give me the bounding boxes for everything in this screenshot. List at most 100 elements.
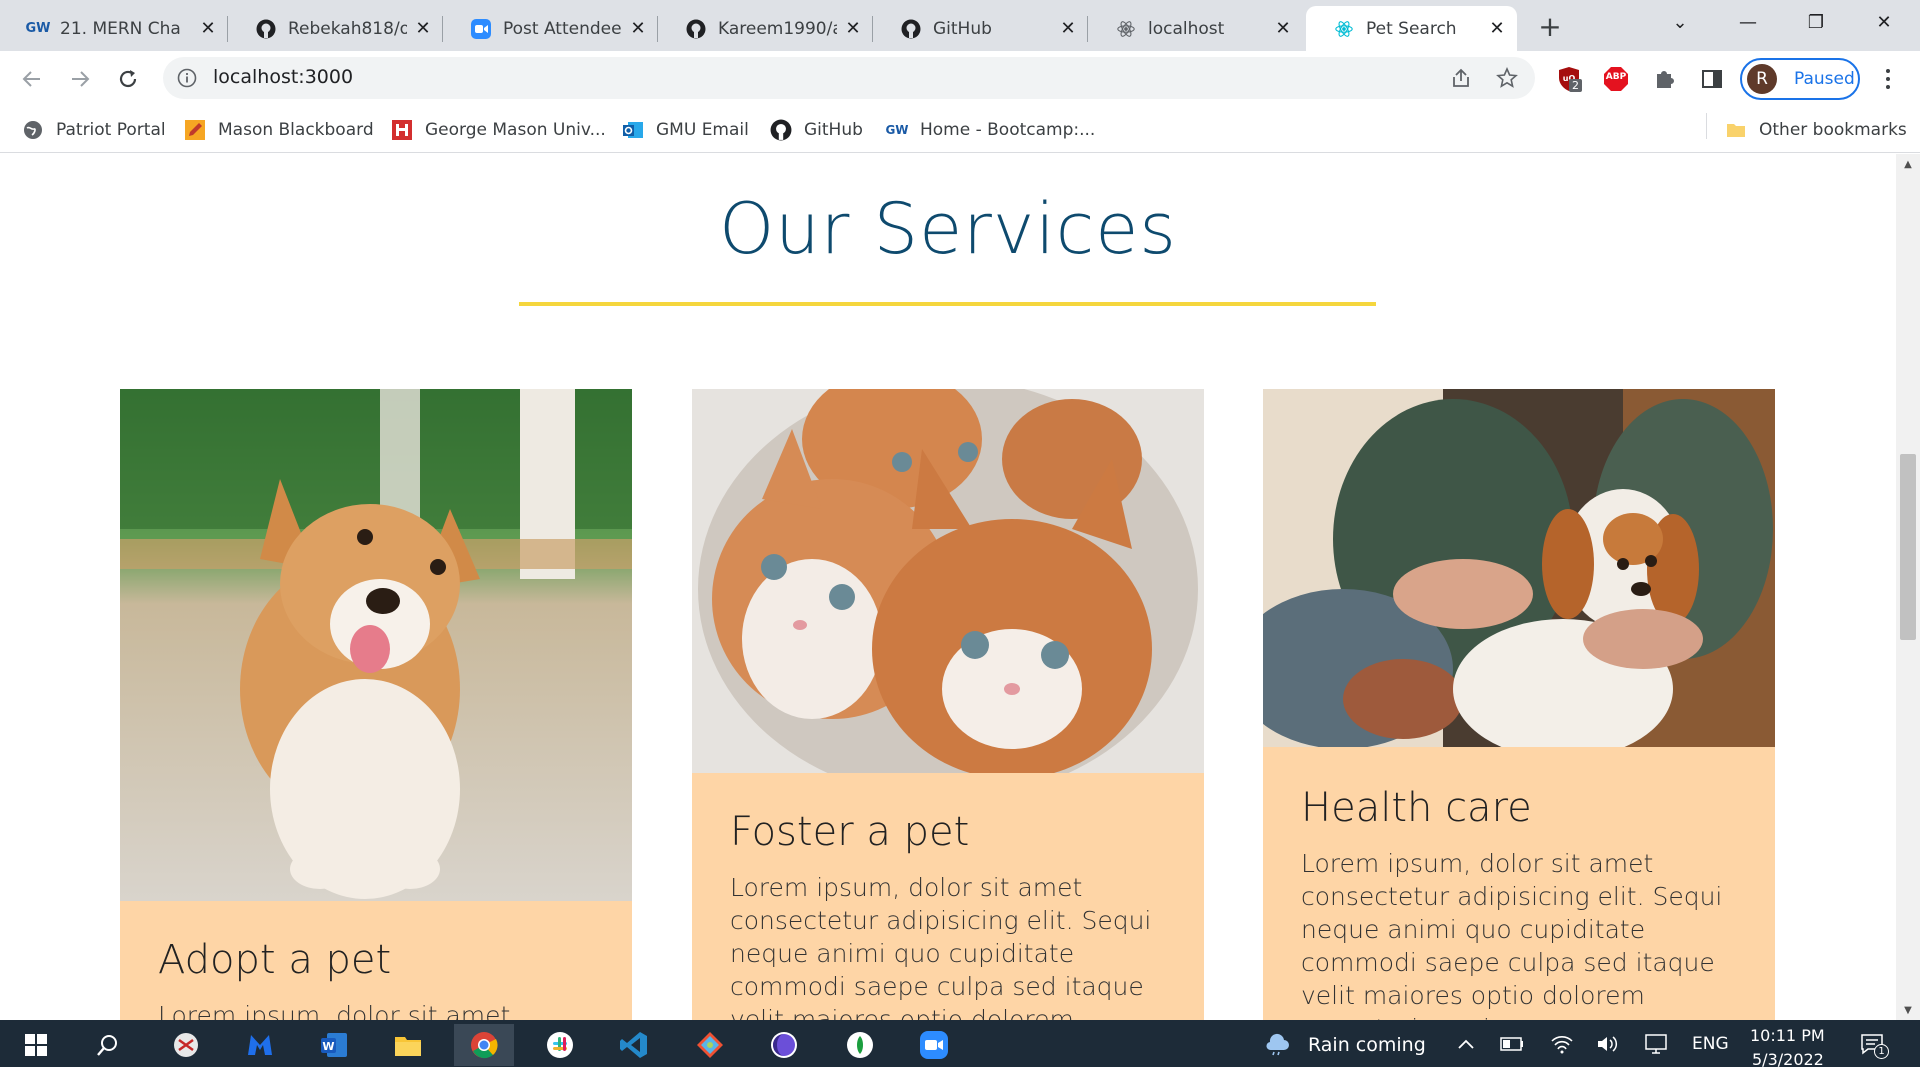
- side-panel-icon[interactable]: [1698, 65, 1726, 93]
- weather-text[interactable]: Rain coming: [1308, 1034, 1426, 1056]
- notification-icon[interactable]: 1: [1860, 1032, 1889, 1059]
- browser-tab-active[interactable]: Pet Search ✕: [1306, 6, 1517, 51]
- close-icon[interactable]: ✕: [628, 18, 648, 39]
- card-body: Health care Lorem ipsum, dolor sit amet …: [1263, 747, 1775, 1020]
- browser-toolbar: localhost:3000 uO 2 ABP R Paused: [0, 51, 1920, 107]
- profile-status: Paused: [1794, 69, 1855, 89]
- close-icon[interactable]: ✕: [198, 18, 218, 39]
- github-icon: [256, 19, 276, 39]
- browser-menu-icon[interactable]: [1880, 65, 1896, 93]
- react-icon: [1116, 19, 1136, 39]
- bookmark-label: Patriot Portal: [56, 120, 166, 140]
- language-indicator[interactable]: ENG: [1692, 1034, 1729, 1054]
- vscode-icon[interactable]: [604, 1024, 664, 1066]
- word-icon[interactable]: W: [304, 1024, 364, 1066]
- chrome-icon[interactable]: [454, 1024, 514, 1066]
- card-text: Lorem ipsum, dolor sit amet consectetur …: [730, 873, 1152, 1020]
- bookmark-label: George Mason Univ...: [425, 120, 606, 140]
- tab-title: Pet Search: [1366, 18, 1457, 39]
- green-app-icon[interactable]: [830, 1024, 890, 1066]
- chevron-up-icon[interactable]: [1454, 1032, 1478, 1056]
- close-icon[interactable]: ✕: [1058, 18, 1078, 39]
- address-bar[interactable]: localhost:3000: [163, 57, 1535, 99]
- browser-tab[interactable]: Post Attendee ✕: [443, 6, 658, 51]
- gmu-icon: [391, 119, 413, 141]
- scroll-thumb[interactable]: [1900, 454, 1916, 640]
- extensions-puzzle-icon[interactable]: [1650, 65, 1678, 93]
- clock-time[interactable]: 10:11 PM: [1750, 1026, 1825, 1045]
- ublock-icon[interactable]: uO 2: [1555, 65, 1583, 93]
- battery-icon[interactable]: [1500, 1032, 1524, 1056]
- bookmark-george-mason[interactable]: George Mason Univ...: [391, 115, 606, 145]
- scroll-up-arrow[interactable]: ▲: [1896, 154, 1920, 174]
- gw-icon: GW: [25, 21, 51, 36]
- page-scrollbar[interactable]: ▲ ▼: [1896, 154, 1920, 1020]
- puppy-lap-image: [1263, 389, 1775, 747]
- card-text: Lorem ipsum, dolor sit amet consectetur …: [1301, 849, 1723, 1020]
- bookmark-label: Other bookmarks: [1759, 120, 1907, 140]
- minimize-button[interactable]: —: [1718, 0, 1778, 44]
- profile-button[interactable]: R Paused: [1740, 58, 1860, 100]
- card-body: Foster a pet Lorem ipsum, dolor sit amet…: [692, 773, 1204, 1020]
- zoom-icon[interactable]: [904, 1024, 964, 1066]
- github-icon: [901, 19, 921, 39]
- bookmark-label: Mason Blackboard: [218, 120, 374, 140]
- back-button[interactable]: [14, 61, 50, 97]
- tab-strip: GW 21. MERN Cha ✕ Rebekah818/o ✕ Post At…: [0, 0, 1920, 51]
- corgi-puppy-image: [120, 389, 632, 901]
- close-icon[interactable]: ✕: [413, 18, 433, 39]
- close-icon[interactable]: ✕: [843, 18, 863, 39]
- browser-tab[interactable]: localhost ✕: [1088, 6, 1303, 51]
- other-bookmarks[interactable]: Other bookmarks: [1725, 115, 1907, 145]
- bookmark-patriot-portal[interactable]: Patriot Portal: [22, 115, 166, 145]
- avatar: R: [1747, 64, 1777, 94]
- service-card-foster[interactable]: Foster a pet Lorem ipsum, dolor sit amet…: [692, 389, 1204, 1020]
- git-kraken-icon[interactable]: [680, 1024, 740, 1066]
- network-display-icon[interactable]: [1644, 1032, 1668, 1056]
- bookmark-label: GitHub: [804, 120, 863, 140]
- bookmark-bootcamp[interactable]: GW Home - Bootcamp:...: [885, 115, 1095, 145]
- service-card-adopt[interactable]: Adopt a pet Lorem ipsum, dolor sit amet: [120, 389, 632, 1020]
- react-icon: [1334, 19, 1354, 39]
- slack-icon[interactable]: [530, 1024, 590, 1066]
- browser-tab[interactable]: Kareem1990/a ✕: [658, 6, 873, 51]
- browser-app-icon[interactable]: [754, 1024, 814, 1066]
- svg-text:W: W: [322, 1040, 334, 1053]
- browser-tab[interactable]: GW 21. MERN Cha ✕: [0, 6, 228, 51]
- malwarebytes-icon[interactable]: [230, 1024, 290, 1066]
- reload-button[interactable]: [110, 61, 146, 97]
- bookmark-github[interactable]: GitHub: [770, 115, 863, 145]
- bookmark-mason-blackboard[interactable]: Mason Blackboard: [184, 115, 374, 145]
- snip-tool-icon[interactable]: [156, 1024, 216, 1066]
- zoom-icon: [471, 18, 491, 39]
- info-icon[interactable]: [177, 68, 197, 92]
- card-title: Adopt a pet: [158, 937, 392, 983]
- adblock-plus-icon[interactable]: ABP: [1602, 65, 1630, 93]
- star-icon[interactable]: [1495, 66, 1519, 90]
- file-explorer-icon[interactable]: [378, 1024, 438, 1066]
- tab-title: Rebekah818/o: [288, 18, 407, 39]
- close-window-button[interactable]: ✕: [1854, 0, 1914, 44]
- windows-start-icon[interactable]: [6, 1024, 66, 1066]
- tab-search-icon[interactable]: ⌄: [1650, 0, 1710, 44]
- clock-date[interactable]: 5/3/2022: [1752, 1050, 1824, 1069]
- scroll-down-arrow[interactable]: ▼: [1896, 1000, 1920, 1020]
- browser-tab[interactable]: GitHub ✕: [873, 6, 1088, 51]
- forward-button[interactable]: [62, 61, 98, 97]
- new-tab-button[interactable]: +: [1536, 10, 1564, 43]
- folder-icon: [1725, 119, 1747, 141]
- volume-icon[interactable]: [1596, 1032, 1620, 1056]
- share-icon[interactable]: [1449, 66, 1473, 90]
- close-icon[interactable]: ✕: [1273, 18, 1293, 39]
- browser-tab[interactable]: Rebekah818/o ✕: [228, 6, 443, 51]
- wifi-icon[interactable]: [1550, 1032, 1574, 1056]
- close-icon[interactable]: ✕: [1487, 18, 1507, 39]
- bookmark-separator: [1706, 113, 1707, 139]
- bookmark-gmu-email[interactable]: GMU Email: [622, 115, 749, 145]
- service-card-health[interactable]: Health care Lorem ipsum, dolor sit amet …: [1263, 389, 1775, 1020]
- restore-button[interactable]: ❐: [1786, 0, 1846, 44]
- card-text: Lorem ipsum, dolor sit amet: [158, 1001, 511, 1020]
- search-icon[interactable]: [78, 1024, 138, 1066]
- weather-rain-icon[interactable]: [1264, 1028, 1292, 1056]
- globe-icon: [22, 119, 44, 141]
